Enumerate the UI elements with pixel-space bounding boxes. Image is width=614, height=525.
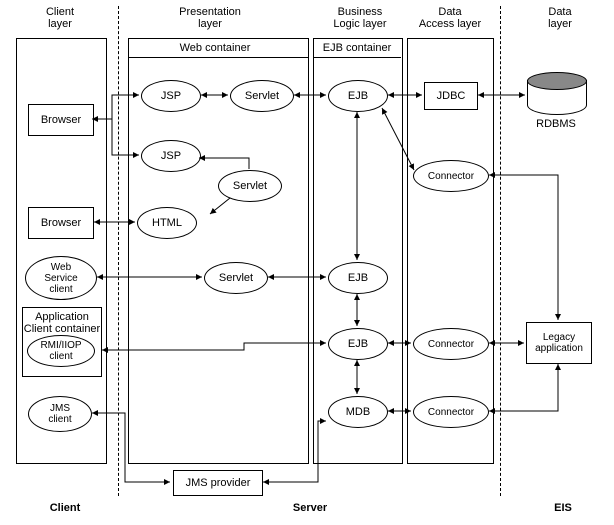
node-browser-1: Browser — [28, 104, 94, 136]
node-legacy-application: Legacy application — [526, 322, 592, 364]
label-data-layer: Data layer — [535, 6, 585, 30]
node-ejb-3: EJB — [328, 328, 388, 360]
divider-dataaccess-data — [500, 6, 501, 496]
node-servlet-3: Servlet — [204, 262, 268, 294]
node-mdb: MDB — [328, 396, 388, 428]
node-servlet-1: Servlet — [230, 80, 294, 112]
label-client-layer: Client layer — [30, 6, 90, 30]
node-browser-2: Browser — [28, 207, 94, 239]
node-rmi-client: RMI/IIOP client — [27, 335, 95, 367]
node-ejb-1: EJB — [328, 80, 388, 112]
node-jms-client: JMS client — [28, 396, 92, 432]
label-footer-server: Server — [280, 502, 340, 514]
node-jsp-2: JSP — [141, 140, 201, 172]
node-ejb-2: EJB — [328, 262, 388, 294]
divider-client-presentation — [118, 6, 119, 496]
label-dataaccess-layer: Data Access layer — [410, 6, 490, 30]
label-rdbms: RDBMS — [527, 118, 585, 130]
node-html: HTML — [137, 207, 197, 239]
label-ejb-container: EJB container — [316, 42, 398, 54]
separator-web-container — [128, 57, 308, 58]
architecture-diagram: Client layer Presentation layer Business… — [0, 0, 614, 525]
label-web-container: Web container — [160, 42, 270, 54]
label-footer-client: Client — [40, 502, 90, 514]
node-jms-provider: JMS provider — [173, 470, 263, 496]
node-jsp-1: JSP — [141, 80, 201, 112]
node-rdbms-top — [527, 72, 587, 90]
label-footer-eis: EIS — [548, 502, 578, 514]
node-jdbc: JDBC — [424, 82, 478, 110]
node-connector-3: Connector — [413, 396, 489, 428]
node-web-service-client: Web Service client — [25, 256, 97, 300]
label-business-layer: Business Logic layer — [320, 6, 400, 30]
node-connector-1: Connector — [413, 160, 489, 192]
separator-ejb-container — [313, 57, 401, 58]
node-servlet-2: Servlet — [218, 170, 282, 202]
node-connector-2: Connector — [413, 328, 489, 360]
label-presentation-layer: Presentation layer — [165, 6, 255, 30]
